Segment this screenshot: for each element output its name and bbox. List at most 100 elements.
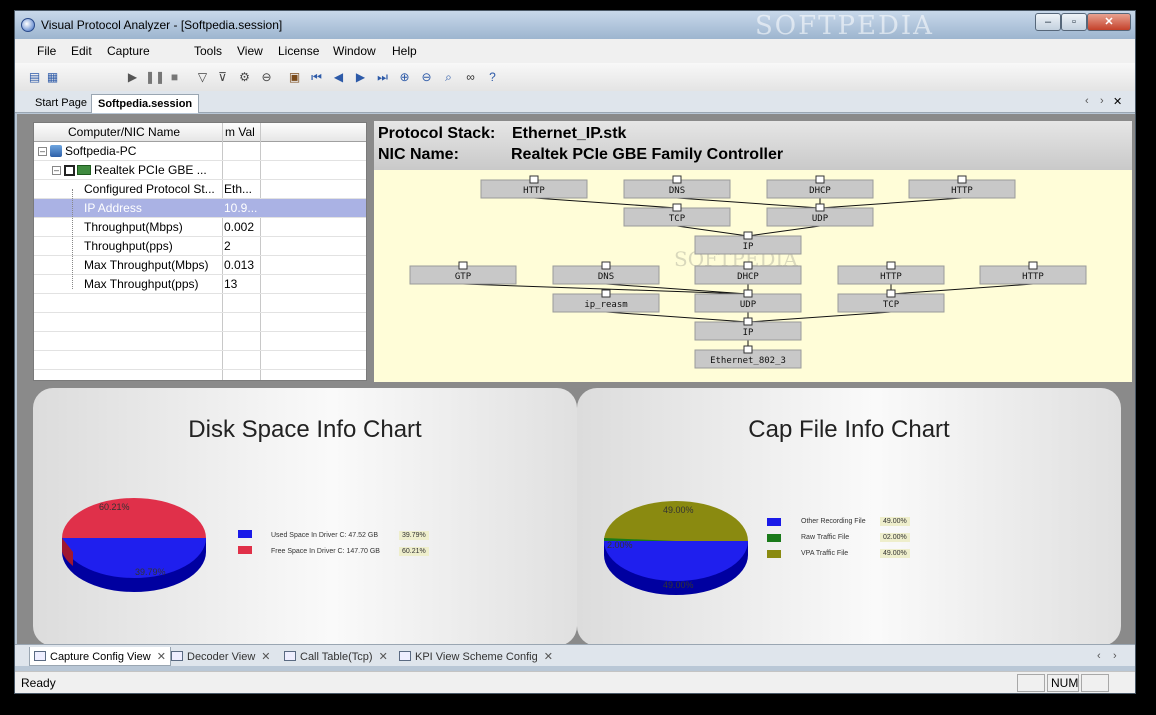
- protocol-node[interactable]: HTTP: [837, 261, 945, 285]
- node-collapse-icon[interactable]: [957, 175, 967, 184]
- protocol-node[interactable]: HTTP: [908, 175, 1016, 199]
- protocol-node[interactable]: HTTP: [480, 175, 588, 199]
- tab-scroll-right-button[interactable]: ›: [1113, 650, 1117, 662]
- menu-tools[interactable]: Tools: [194, 44, 222, 58]
- menu-license[interactable]: License: [278, 44, 319, 58]
- tab-scroll-left-button[interactable]: ‹: [1097, 650, 1101, 662]
- menu-capture[interactable]: Capture: [107, 44, 150, 58]
- node-collapse-icon[interactable]: [743, 289, 753, 298]
- binoculars-icon[interactable]: ∞: [463, 70, 478, 84]
- tab-capture-config-view[interactable]: Capture Config View ✕: [29, 647, 171, 666]
- protocol-stack-diagram[interactable]: SOFTPEDIAHTTP DNS DHCP HTTPTCP UDPIPGTP DNS DH…: [374, 170, 1134, 382]
- protocol-node[interactable]: DNS: [552, 261, 660, 285]
- menu-edit[interactable]: Edit: [71, 44, 92, 58]
- tab-scroll-left-button[interactable]: ‹: [1085, 95, 1089, 107]
- close-window-button[interactable]: ✕: [1087, 13, 1131, 31]
- col-header-name[interactable]: Computer/NIC Name: [68, 125, 180, 139]
- last-icon[interactable]: ⏭: [375, 70, 390, 84]
- tab-kpi-view-scheme-config[interactable]: KPI View Scheme Config ✕: [395, 647, 557, 666]
- protocol-node[interactable]: Ethernet_802_3: [694, 345, 802, 369]
- filter-icon[interactable]: ▽: [195, 70, 210, 84]
- zoom-in-icon[interactable]: ⊕: [397, 70, 412, 84]
- table-row[interactable]: Throughput(pps) 2: [34, 237, 366, 256]
- open-icon[interactable]: ▦: [45, 70, 60, 84]
- node-collapse-icon[interactable]: [743, 231, 753, 240]
- first-icon[interactable]: ⏮: [309, 70, 324, 84]
- nic-name: Realtek PCIe GBE ...: [94, 163, 207, 177]
- protocol-node[interactable]: UDP: [766, 203, 874, 227]
- node-collapse-icon[interactable]: [743, 261, 753, 270]
- protocol-node[interactable]: DNS: [623, 175, 731, 199]
- maximize-button[interactable]: ▫: [1061, 13, 1087, 31]
- protocol-node[interactable]: IP: [694, 317, 802, 341]
- tab-scroll-right-button[interactable]: ›: [1100, 95, 1104, 107]
- menu-help[interactable]: Help: [392, 44, 417, 58]
- node-collapse-icon[interactable]: [1028, 261, 1038, 270]
- help-icon[interactable]: ?: [485, 70, 500, 84]
- tab-start-page[interactable]: Start Page: [29, 94, 93, 113]
- cap-chart-title: Cap File Info Chart: [748, 416, 950, 443]
- table-row-selected[interactable]: IP Address 10.9...: [34, 199, 366, 218]
- table-row[interactable]: Max Throughput(pps) 13: [34, 275, 366, 294]
- tree-row-nic[interactable]: – Realtek PCIe GBE ...: [34, 161, 366, 180]
- node-collapse-icon[interactable]: [743, 317, 753, 326]
- node-collapse-icon[interactable]: [458, 261, 468, 270]
- table-row[interactable]: Max Throughput(Mbps) 0.013: [34, 256, 366, 275]
- protocol-node[interactable]: IP: [694, 231, 802, 255]
- stop-icon[interactable]: ■: [167, 70, 182, 84]
- menu-window[interactable]: Window: [333, 44, 376, 58]
- node-collapse-icon[interactable]: [672, 175, 682, 184]
- protocol-node[interactable]: TCP: [837, 289, 945, 313]
- nic-checkbox[interactable]: [64, 165, 75, 176]
- node-collapse-icon[interactable]: [601, 289, 611, 298]
- find-icon[interactable]: ⌕: [441, 70, 456, 84]
- protocol-node[interactable]: TCP: [623, 203, 731, 227]
- menu-view[interactable]: View: [237, 44, 263, 58]
- table-row[interactable]: Throughput(Mbps) 0.002: [34, 218, 366, 237]
- legend-free-label: Free Space In Driver C: 147.70 GB: [271, 548, 380, 555]
- tab-close-icon[interactable]: ✕: [544, 651, 553, 663]
- protocol-node-label: TCP: [669, 214, 686, 224]
- protocol-node[interactable]: GTP: [409, 261, 517, 285]
- protocol-node[interactable]: HTTP: [979, 261, 1087, 285]
- pause-icon[interactable]: ❚❚: [145, 70, 165, 84]
- tab-softpedia-session[interactable]: Softpedia.session: [91, 94, 200, 113]
- node-collapse-icon[interactable]: [815, 175, 825, 184]
- tree-row-computer[interactable]: – Softpedia-PC: [34, 142, 366, 161]
- tab-close-icon[interactable]: ✕: [379, 651, 388, 663]
- filter-edit-icon[interactable]: ⊽: [215, 70, 230, 84]
- settings-icon[interactable]: ⚙: [237, 70, 252, 84]
- new-icon[interactable]: ▤: [27, 70, 42, 84]
- minimize-button[interactable]: –: [1035, 13, 1061, 31]
- tab-close-button[interactable]: ✕: [1113, 95, 1122, 108]
- package-icon[interactable]: ▣: [287, 70, 302, 84]
- protocol-node[interactable]: DHCP: [766, 175, 874, 199]
- menu-file[interactable]: File: [37, 44, 56, 58]
- node-collapse-icon[interactable]: [886, 261, 896, 270]
- start-icon[interactable]: ▶: [125, 70, 140, 84]
- node-collapse-icon[interactable]: [601, 261, 611, 270]
- legend-used-label: Used Space In Driver C: 47.52 GB: [271, 532, 378, 539]
- zoom-out-icon[interactable]: ⊖: [419, 70, 434, 84]
- next-icon[interactable]: ▶: [353, 70, 368, 84]
- prev-icon[interactable]: ◀: [331, 70, 346, 84]
- collapse-icon[interactable]: –: [38, 147, 47, 156]
- node-collapse-icon[interactable]: [886, 289, 896, 298]
- protocol-node[interactable]: ip_reasm: [552, 289, 660, 313]
- block-icon[interactable]: ⊖: [259, 70, 274, 84]
- nic-tree-grid[interactable]: Computer/NIC Name m Val – Softpedia-PC – R…: [33, 122, 367, 381]
- node-collapse-icon[interactable]: [815, 203, 825, 212]
- collapse-icon[interactable]: –: [52, 166, 61, 175]
- tab-call-table[interactable]: Call Table(Tcp) ✕: [280, 647, 392, 666]
- legend-raw-label: Raw Traffic File: [801, 534, 850, 541]
- node-collapse-icon[interactable]: [743, 345, 753, 354]
- table-row[interactable]: Configured Protocol St... Eth...: [34, 180, 366, 199]
- protocol-node[interactable]: UDP: [694, 289, 802, 313]
- tab-close-icon[interactable]: ✕: [157, 651, 166, 663]
- tab-close-icon[interactable]: ✕: [261, 651, 270, 663]
- col-header-value[interactable]: m Val: [225, 125, 261, 139]
- node-collapse-icon[interactable]: [672, 203, 682, 212]
- title-bar[interactable]: Visual Protocol Analyzer - [Softpedia.se…: [15, 11, 1135, 41]
- node-collapse-icon[interactable]: [529, 175, 539, 184]
- tab-decoder-view[interactable]: Decoder View ✕: [167, 647, 275, 666]
